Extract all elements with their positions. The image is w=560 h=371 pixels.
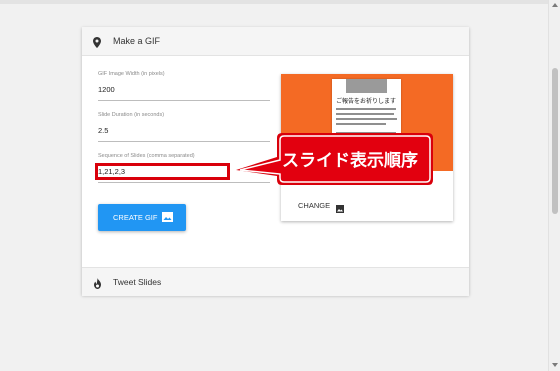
page-background: Make a GIF GIF Image Width (in pixels) 1…	[0, 0, 548, 371]
scroll-up-arrow-icon[interactable]	[552, 3, 558, 7]
annotation-callout	[236, 133, 433, 185]
annotation-text: スライド表示順序	[282, 151, 418, 170]
scroll-down-arrow-icon[interactable]	[552, 363, 558, 367]
scrollbar-thumb[interactable]	[552, 68, 558, 214]
vertical-scrollbar[interactable]	[548, 0, 560, 371]
